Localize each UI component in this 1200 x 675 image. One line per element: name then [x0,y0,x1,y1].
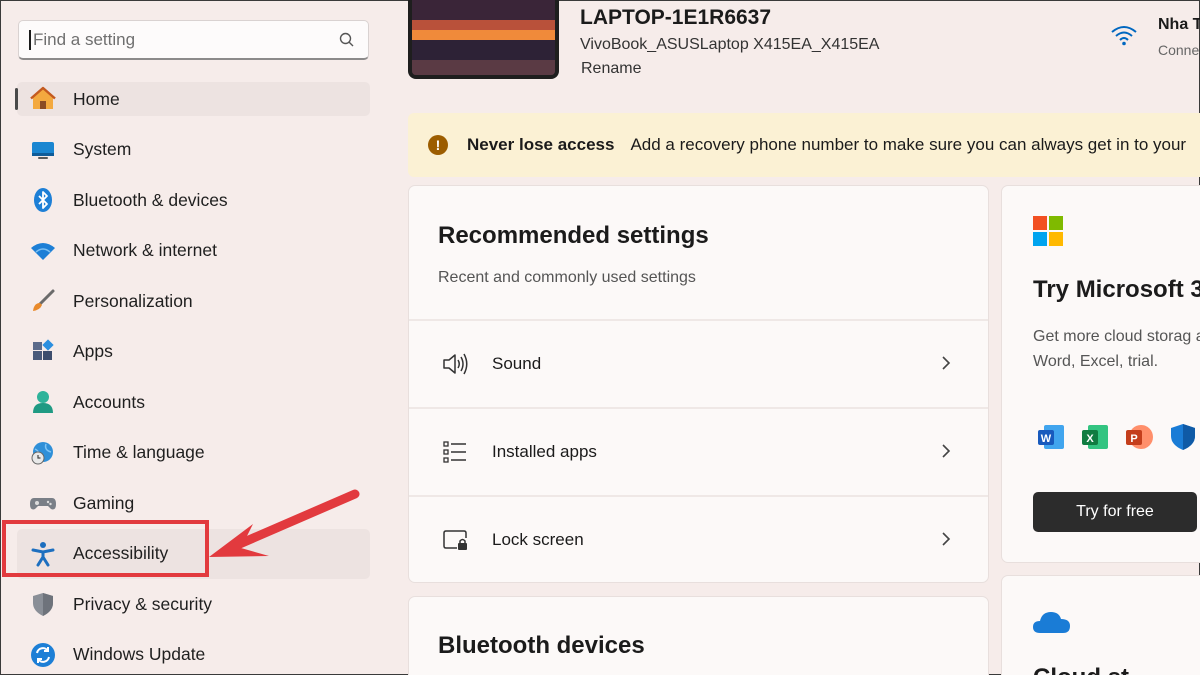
accessibility-icon [29,540,57,568]
card-subtitle: Recent and commonly used settings [438,269,696,286]
annotation-arrow-icon [209,489,360,557]
sidebar-item-home[interactable]: Home [15,82,370,116]
sidebar-item-label: Accounts [73,391,145,412]
chevron-right-icon [942,532,951,546]
recommended-item-label: Installed apps [492,442,597,461]
word-icon: W [1038,425,1064,449]
chevron-right-icon [942,444,951,458]
recommended-item-label: Lock screen [492,530,584,549]
rename-link[interactable]: Rename [581,60,641,78]
search-icon[interactable] [338,31,356,49]
try-for-free-button[interactable]: Try for free [1033,492,1197,532]
home-icon [29,85,57,113]
sidebar-item-label: System [73,139,132,160]
bluetooth-devices-card: Bluetooth devices [408,596,989,675]
sidebar-item-bluetooth[interactable]: Bluetooth & devices [17,175,370,226]
microsoft-logo-icon [1033,216,1063,246]
svg-text:X: X [1086,433,1094,445]
sidebar-item-windows-update[interactable]: Windows Update [17,630,370,675]
sidebar-item-label: Apps [73,341,113,362]
microsoft-365-card: Try Microsoft 3 Get more cloud storag ap… [1001,185,1200,563]
sidebar-item-label: Bluetooth & devices [73,189,228,210]
sidebar-item-label: Network & internet [73,240,217,261]
svg-text:W: W [1041,433,1052,445]
device-model: VivoBook_ASUSLaptop X415EA_X415EA [580,36,880,53]
recommended-item-installed-apps[interactable]: Installed apps [409,407,988,495]
sidebar-item-label: Personalization [73,290,193,311]
chevron-right-icon [942,356,951,370]
shield-icon [29,590,57,618]
search-box[interactable] [18,20,369,60]
sidebar-item-accounts[interactable]: Accounts [17,377,370,428]
card-title: Bluetooth devices [438,632,645,659]
recommended-item-sound[interactable]: Sound [409,319,988,407]
search-input[interactable] [33,29,338,50]
sidebar-item-system[interactable]: System [17,125,370,176]
card-title: Try Microsoft 3 [1033,276,1200,303]
sidebar-nav: Home System Bluetooth & devices Network … [15,74,370,675]
network-name: Nha T [1158,16,1200,33]
sidebar-item-personalization[interactable]: Personalization [17,276,370,327]
sidebar-item-label: Gaming [73,492,135,513]
recommended-item-label: Sound [492,354,542,373]
main-content: LAPTOP-1E1R6637 VivoBook_ASUSLaptop X415… [390,0,1200,675]
wifi-icon [29,237,57,265]
apps-icon [29,338,57,366]
recommended-settings-card: Recommended settings Recent and commonly… [408,185,989,583]
gamepad-icon [29,489,57,517]
selection-indicator [15,88,18,110]
powerpoint-icon: P [1126,425,1153,449]
sidebar-item-label: Windows Update [73,644,206,665]
update-icon [29,641,57,669]
bluetooth-icon [29,186,57,214]
card-title: Recommended settings [438,222,709,249]
sidebar-item-label: Home [73,88,120,109]
device-wallpaper-thumbnail [408,0,559,79]
card-description: Get more cloud storag apps like Word, Ex… [1033,328,1200,370]
card-title: Cloud st [1033,664,1129,675]
list-icon [441,438,469,466]
sidebar-item-time-language[interactable]: Time & language [17,428,370,479]
lock-screen-icon [441,526,469,554]
sidebar-item-label: Time & language [73,442,205,463]
device-name: LAPTOP-1E1R6637 [580,6,772,29]
office-apps-row: W X P [1036,422,1198,452]
network-status: Conne [1158,42,1200,58]
onedrive-cloud-icon [1033,612,1070,633]
svg-text:P: P [1130,433,1137,445]
excel-icon: X [1082,425,1108,449]
globe-clock-icon [29,439,57,467]
sidebar-item-apps[interactable]: Apps [17,327,370,378]
brush-icon [29,287,57,315]
recovery-banner[interactable]: ! Never lose access Add a recovery phone… [408,113,1200,177]
speaker-icon [441,350,469,378]
warning-icon: ! [428,135,448,155]
defender-icon [1171,424,1195,450]
sidebar-item-label: Accessibility [73,543,169,564]
sidebar-item-label: Privacy & security [73,593,213,614]
banner-title: Never lose access [467,135,615,154]
accounts-icon [29,388,57,416]
text-caret [29,29,31,50]
sidebar-item-privacy[interactable]: Privacy & security [17,579,370,630]
system-icon [29,136,57,164]
banner-text: Add a recovery phone number to make sure… [630,135,1187,154]
wifi-status-icon [1111,26,1137,46]
recommended-item-lock-screen[interactable]: Lock screen [409,495,988,582]
sidebar: Home System Bluetooth & devices Network … [0,0,390,675]
sidebar-item-network[interactable]: Network & internet [17,226,370,277]
onedrive-card: Cloud st [1001,575,1200,675]
